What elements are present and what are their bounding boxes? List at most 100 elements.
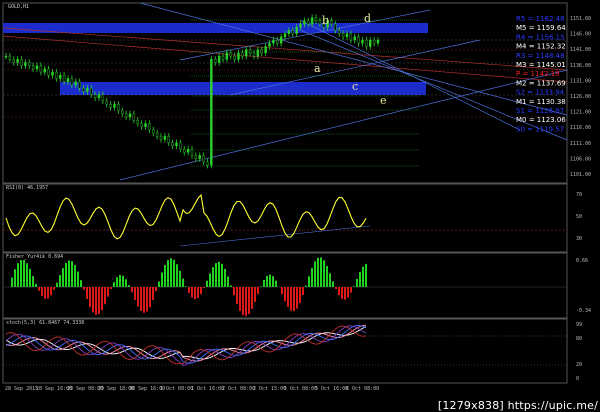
symbol-title: GOLD,H1 xyxy=(8,4,30,10)
fisher-bar xyxy=(131,287,133,293)
pivot-level-s0: S0 = 1119.57 xyxy=(516,125,564,133)
fisher-bar xyxy=(197,287,199,299)
wave-label: b xyxy=(322,14,329,27)
price-chart[interactable]: b d a c e 1151.60 1146.00 1141.00 1136.00 1131.0… xyxy=(0,0,600,412)
price-candle-body xyxy=(8,55,12,60)
fisher-bar xyxy=(158,281,160,287)
fisher-bar xyxy=(266,275,268,287)
fisher-bar xyxy=(221,263,223,287)
price-candle-body xyxy=(330,20,333,25)
price-candle-body xyxy=(376,39,380,44)
fisher-bar xyxy=(155,287,157,292)
wave-label: d xyxy=(364,12,371,25)
time-tick-label: 2 Oct 15:00 xyxy=(253,386,286,392)
fisher-bar xyxy=(59,275,61,287)
pivot-level-m4: M4 = 1152.32 xyxy=(516,43,566,51)
stoch-pane[interactable] xyxy=(2,318,568,384)
fisher-bar xyxy=(188,287,190,293)
fisher-bar xyxy=(119,275,121,287)
fisher-bar xyxy=(137,287,139,307)
fisher-bar xyxy=(80,280,82,287)
image-credit: [1279x838] https://upic.me/ xyxy=(437,399,598,412)
price-candle-body xyxy=(62,75,66,82)
fisher-bar xyxy=(95,287,97,315)
price-candle-body xyxy=(295,27,298,34)
pivot-level-m3: M3 = 1145.01 xyxy=(516,61,566,69)
fisher-bar xyxy=(305,285,307,287)
price-candle-body xyxy=(167,136,170,143)
fisher-bar xyxy=(329,273,331,287)
fisher-bar xyxy=(230,285,232,287)
fisher-bar xyxy=(350,287,352,293)
fisher-bar xyxy=(356,278,358,287)
price-candle-body xyxy=(338,30,341,34)
price-candle-body xyxy=(155,132,159,137)
price-candle-body xyxy=(148,123,151,131)
fisher-bar xyxy=(176,264,178,287)
price-tick-label: 1121.00 xyxy=(570,110,591,116)
price-candle-body xyxy=(35,65,39,70)
fisher-bar xyxy=(140,287,142,311)
price-candle-body xyxy=(198,155,201,159)
fisher-bar xyxy=(257,287,259,295)
fisher-bar xyxy=(212,267,214,287)
fisher-bar xyxy=(248,287,250,314)
fisher-bar xyxy=(209,273,211,287)
fisher-bar xyxy=(113,282,115,287)
fisher-pane[interactable] xyxy=(2,252,568,319)
price-candle-body xyxy=(369,39,372,47)
price-candle-body xyxy=(190,148,194,156)
price-candle-body xyxy=(314,17,318,22)
price-candle-body xyxy=(260,49,263,54)
fisher-bar xyxy=(185,286,187,287)
time-axis: 28 Sep 201528 Sep 16:0029 Sep 08:0029 Se… xyxy=(5,386,379,392)
price-candle-body xyxy=(217,55,221,63)
indicator-tick-label: 50 xyxy=(576,214,582,220)
trend-line xyxy=(2,35,568,83)
price-candle-body xyxy=(272,39,275,44)
fisher-bar xyxy=(41,287,43,297)
fisher-bar xyxy=(68,260,70,287)
pivot-level-m2: M2 = 1137.69 xyxy=(516,79,566,87)
price-candle-body xyxy=(70,78,74,86)
price-candle-body xyxy=(12,59,15,63)
fisher-bar xyxy=(110,287,112,289)
price-candle-body xyxy=(163,136,167,140)
time-tick-label: 2 Oct 08:00 xyxy=(222,386,255,392)
fisher-bar xyxy=(245,287,247,317)
price-candle-body xyxy=(307,20,310,25)
price-candle-body xyxy=(66,78,70,82)
price-candle-body xyxy=(365,39,368,47)
price-candle-body xyxy=(318,20,322,25)
price-candle-body xyxy=(16,59,19,63)
fisher-bar xyxy=(167,260,169,287)
pivot-level-m0: M0 = 1123.06 xyxy=(516,116,566,124)
indicator-tick-label: -0.34 xyxy=(576,308,591,314)
fisher-bar xyxy=(275,280,277,287)
fisher-bar xyxy=(314,261,316,287)
fisher-bar xyxy=(173,259,175,287)
fisher-bar xyxy=(122,275,124,287)
price-candle-body xyxy=(248,49,252,54)
time-tick-label: 28 Sep 2015 xyxy=(5,386,38,392)
indicator-tick-label: 99 xyxy=(576,322,582,328)
fisher-title: Fisher_Yur4ik 0.694 xyxy=(6,254,64,260)
fisher-bar xyxy=(332,281,334,287)
price-candle-body xyxy=(276,39,279,44)
price-candle-body xyxy=(214,59,217,63)
fisher-bar xyxy=(299,287,301,303)
price-candle-body xyxy=(55,71,58,79)
rsi-pane[interactable] xyxy=(2,183,568,253)
price-candle-body xyxy=(229,52,232,57)
fisher-bar xyxy=(101,287,103,311)
fisher-bar xyxy=(347,287,349,298)
fisher-bar xyxy=(65,263,67,287)
price-candle-body xyxy=(124,113,128,118)
price-candle-body xyxy=(28,62,31,66)
fisher-bar xyxy=(17,263,19,287)
pivot-level-r5: R5 = 1162.48 xyxy=(516,15,565,23)
stoch-line xyxy=(5,325,367,364)
price-candle-body xyxy=(90,87,93,95)
fisher-bar xyxy=(344,287,346,300)
fisher-bar xyxy=(260,286,262,287)
